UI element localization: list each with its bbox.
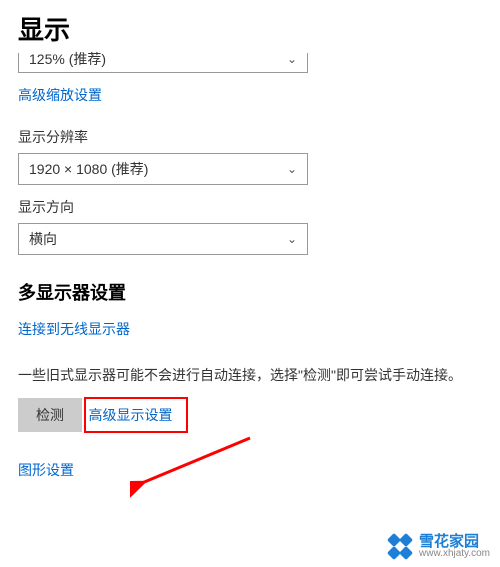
orientation-value: 横向	[29, 229, 57, 249]
resolution-label: 显示分辨率	[18, 127, 482, 147]
chevron-down-icon: ⌄	[287, 162, 297, 176]
chevron-down-icon: ⌄	[287, 53, 297, 65]
watermark: 雪花家园 www.xhjaty.com	[389, 534, 490, 559]
watermark-url: www.xhjaty.com	[419, 549, 490, 559]
orientation-label: 显示方向	[18, 197, 482, 217]
orientation-dropdown[interactable]: 横向 ⌄	[18, 223, 308, 255]
highlight-annotation: 高级显示设置	[84, 397, 188, 433]
resolution-dropdown[interactable]: 1920 × 1080 (推荐) ⌄	[18, 153, 308, 185]
chevron-down-icon: ⌄	[287, 232, 297, 246]
graphics-settings-link[interactable]: 图形设置	[18, 460, 74, 480]
detect-button[interactable]: 检测	[18, 398, 82, 432]
page-title: 显示	[18, 10, 482, 47]
connect-wireless-link[interactable]: 连接到无线显示器	[18, 319, 130, 339]
watermark-icon	[389, 535, 413, 559]
advanced-scaling-link[interactable]: 高级缩放设置	[18, 85, 102, 105]
resolution-value: 1920 × 1080 (推荐)	[29, 159, 148, 179]
advanced-display-link[interactable]: 高级显示设置	[88, 405, 172, 425]
watermark-title: 雪花家园	[419, 534, 490, 549]
multi-display-title: 多显示器设置	[18, 279, 482, 305]
scaling-dropdown[interactable]: 125% (推荐) ⌄	[18, 53, 308, 73]
detect-description: 一些旧式显示器可能不会进行自动连接，选择"检测"即可尝试手动连接。	[18, 365, 482, 385]
scaling-value: 125% (推荐)	[29, 53, 106, 65]
